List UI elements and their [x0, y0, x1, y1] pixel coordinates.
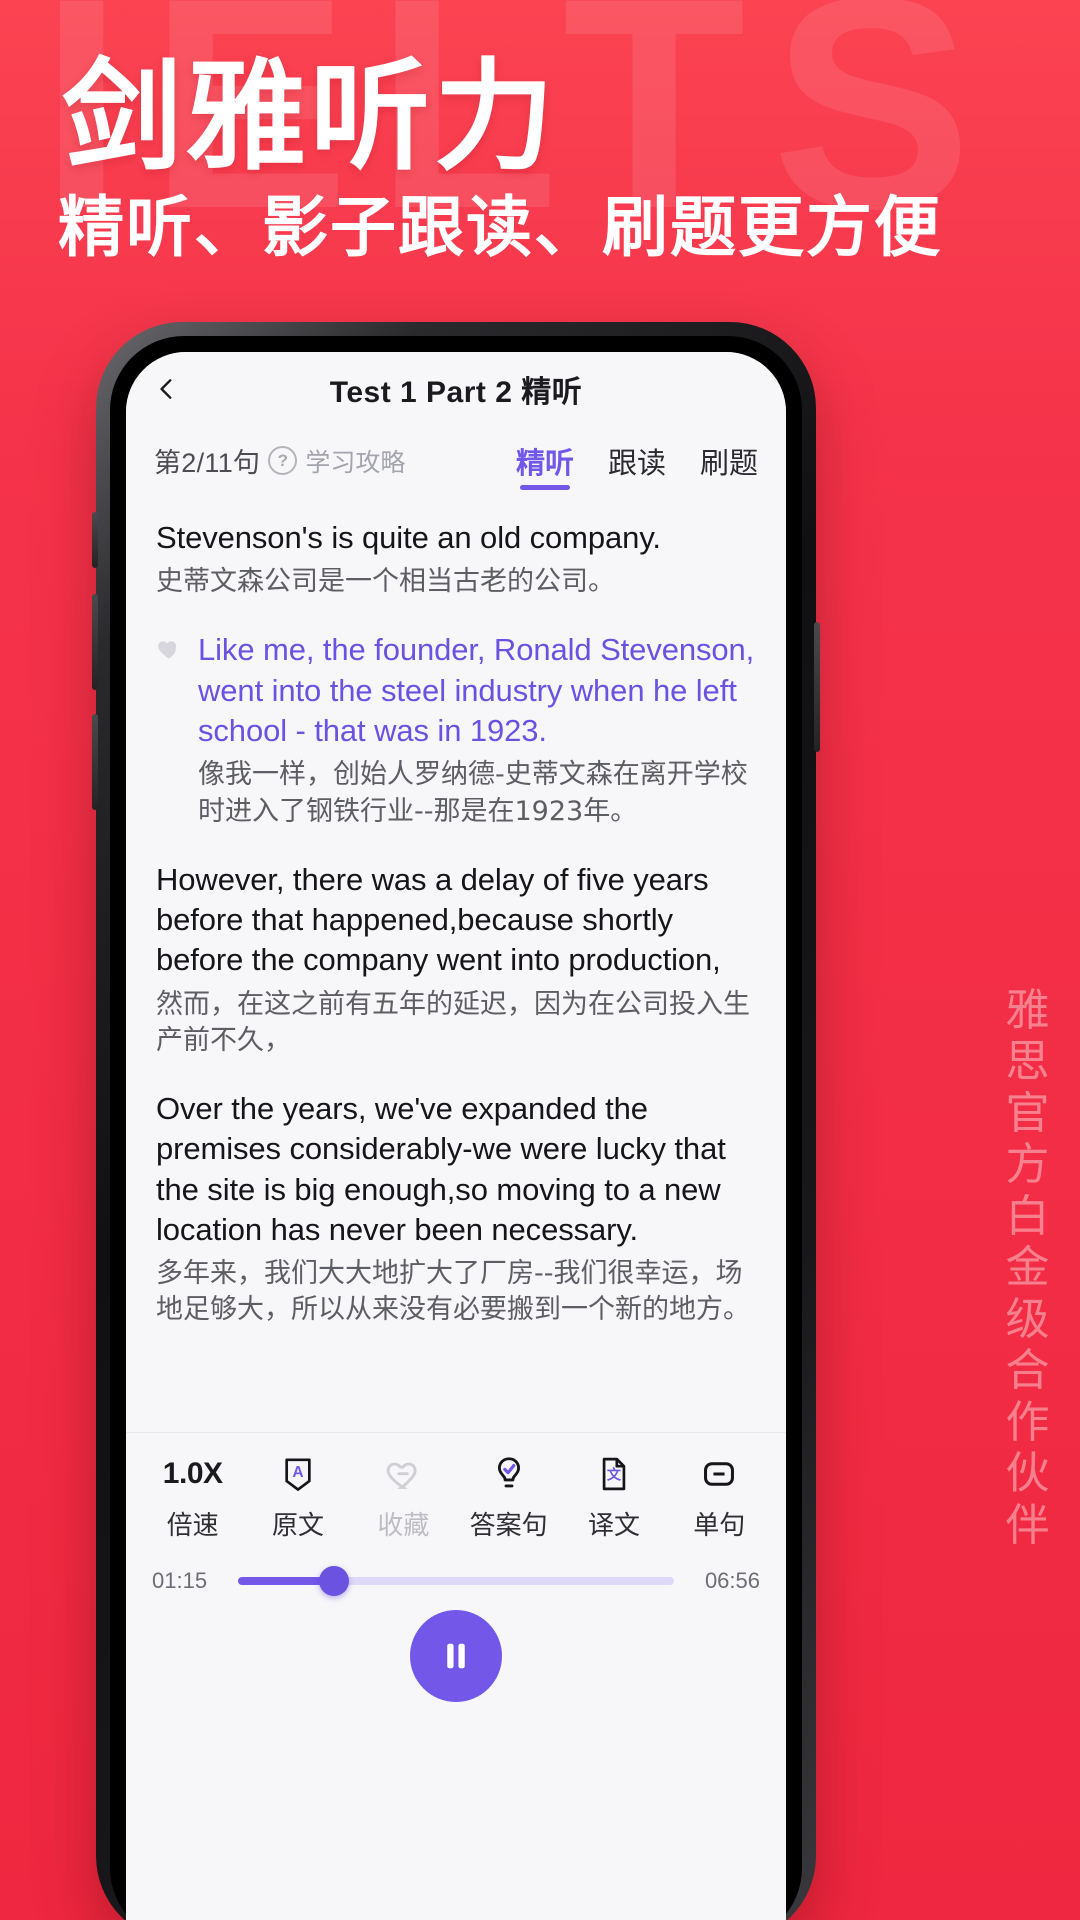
- tab-shadowing[interactable]: 跟读: [608, 440, 666, 492]
- promo-subtitle: 精听、影子跟读、刷题更方便: [58, 189, 942, 266]
- phone-volume-up-button: [92, 594, 98, 690]
- single-sentence-label: 单句: [693, 1510, 746, 1540]
- progress-slider[interactable]: [238, 1566, 674, 1596]
- study-guide-link[interactable]: 学习攻略: [305, 443, 405, 479]
- phone-bezel: Test 1 Part 2 精听 第2/11句 ? 学习攻略 精听 跟读 刷题: [110, 336, 802, 1920]
- phone-mute-button: [92, 512, 98, 568]
- answer-sentence-button[interactable]: 答案句: [456, 1453, 561, 1542]
- heart-icon[interactable]: [156, 636, 182, 662]
- speed-value: 1.0X: [162, 1457, 223, 1490]
- app-subheader: 第2/11句 ? 学习攻略 精听 跟读 刷题: [126, 426, 786, 492]
- transcript-list[interactable]: Stevenson's is quite an old company. 史蒂文…: [126, 492, 786, 1432]
- single-sentence-button[interactable]: 单句: [667, 1453, 772, 1542]
- elapsed-time: 01:15: [152, 1568, 208, 1593]
- app-screen: Test 1 Part 2 精听 第2/11句 ? 学习攻略 精听 跟读 刷题: [126, 352, 786, 1920]
- speed-button[interactable]: 1.0X 倍速: [140, 1453, 245, 1542]
- phone-volume-down-button: [92, 714, 98, 810]
- player-controls: [126, 1604, 786, 1702]
- translation-label: 译文: [587, 1510, 640, 1540]
- transcript-item[interactable]: Over the years, we've expanded the premi…: [156, 1089, 756, 1329]
- player-toolbar: 1.0X 倍速 A 原文 收藏 答案句 文 译文 单句: [126, 1432, 786, 1554]
- pause-icon[interactable]: [410, 1610, 502, 1702]
- page-title: Test 1 Part 2 精听: [329, 376, 583, 409]
- svg-text:A: A: [292, 1464, 303, 1481]
- transcript-chinese: 然而，在这之前有五年的延迟，因为在公司投入生产前不久，: [156, 988, 750, 1056]
- sentence-counter: 第2/11句: [154, 448, 261, 478]
- original-text-label: 原文: [271, 1510, 324, 1540]
- phone-mockup: Test 1 Part 2 精听 第2/11句 ? 学习攻略 精听 跟读 刷题: [92, 322, 820, 1920]
- mode-tabs: 精听 跟读 刷题: [516, 440, 758, 492]
- transcript-chinese: 史蒂文森公司是一个相当古老的公司。: [156, 566, 615, 598]
- translation-button[interactable]: 文 译文: [561, 1453, 666, 1542]
- duration-time: 06:56: [704, 1568, 760, 1593]
- heart-outline-icon: [384, 1453, 422, 1495]
- favorite-label: 收藏: [377, 1510, 430, 1540]
- speed-text-icon: 1.0X: [163, 1453, 223, 1495]
- transcript-english: However, there was a delay of five years…: [156, 861, 721, 978]
- transcript-chinese: 多年来，我们大大地扩大了厂房--我们很幸运，场地足够大，所以从来没有必要搬到一个…: [156, 1258, 750, 1326]
- lightbulb-check-icon: [491, 1453, 527, 1495]
- player-progress: 01:15 06:56: [126, 1554, 786, 1604]
- app-navbar: Test 1 Part 2 精听: [126, 352, 786, 426]
- transcript-item[interactable]: Stevenson's is quite an old company. 史蒂文…: [156, 518, 756, 600]
- promo-title: 剑雅听力: [62, 48, 558, 187]
- partner-side-text: 雅思官方白金级合作伙伴: [1005, 985, 1051, 1551]
- sentence-counter-group: 第2/11句 ? 学习攻略: [154, 441, 405, 492]
- tab-practice[interactable]: 刷题: [700, 440, 758, 492]
- progress-knob[interactable]: [318, 1566, 349, 1596]
- chevron-left-icon[interactable]: [154, 376, 180, 402]
- speed-label: 倍速: [166, 1510, 219, 1540]
- screenshot-root: IELTS 剑雅听力 精听、影子跟读、刷题更方便 雅思官方白金级合作伙伴 Tes…: [0, 0, 1080, 1920]
- tab-intensive-listening[interactable]: 精听: [516, 440, 574, 492]
- phone-power-button: [814, 622, 820, 752]
- transcript-english: Like me, the founder, Ronald Stevenson, …: [198, 632, 755, 749]
- translate-doc-icon: 文: [597, 1453, 631, 1495]
- transcript-item-active[interactable]: Like me, the founder, Ronald Stevenson, …: [156, 630, 756, 829]
- answer-sentence-label: 答案句: [469, 1510, 548, 1540]
- svg-text:文: 文: [607, 1467, 622, 1484]
- single-sentence-icon: [700, 1453, 738, 1495]
- favorite-button[interactable]: 收藏: [351, 1453, 456, 1542]
- original-text-button[interactable]: A 原文: [245, 1453, 350, 1542]
- original-text-icon: A: [281, 1453, 315, 1495]
- transcript-english: Stevenson's is quite an old company.: [156, 520, 661, 555]
- transcript-item[interactable]: However, there was a delay of five years…: [156, 860, 756, 1059]
- transcript-chinese: 像我一样，创始人罗纳德-史蒂文森在离开学校时进入了钢铁行业--那是在1923年。: [198, 759, 748, 827]
- question-circle-icon[interactable]: ?: [268, 446, 298, 475]
- transcript-english: Over the years, we've expanded the premi…: [156, 1090, 726, 1247]
